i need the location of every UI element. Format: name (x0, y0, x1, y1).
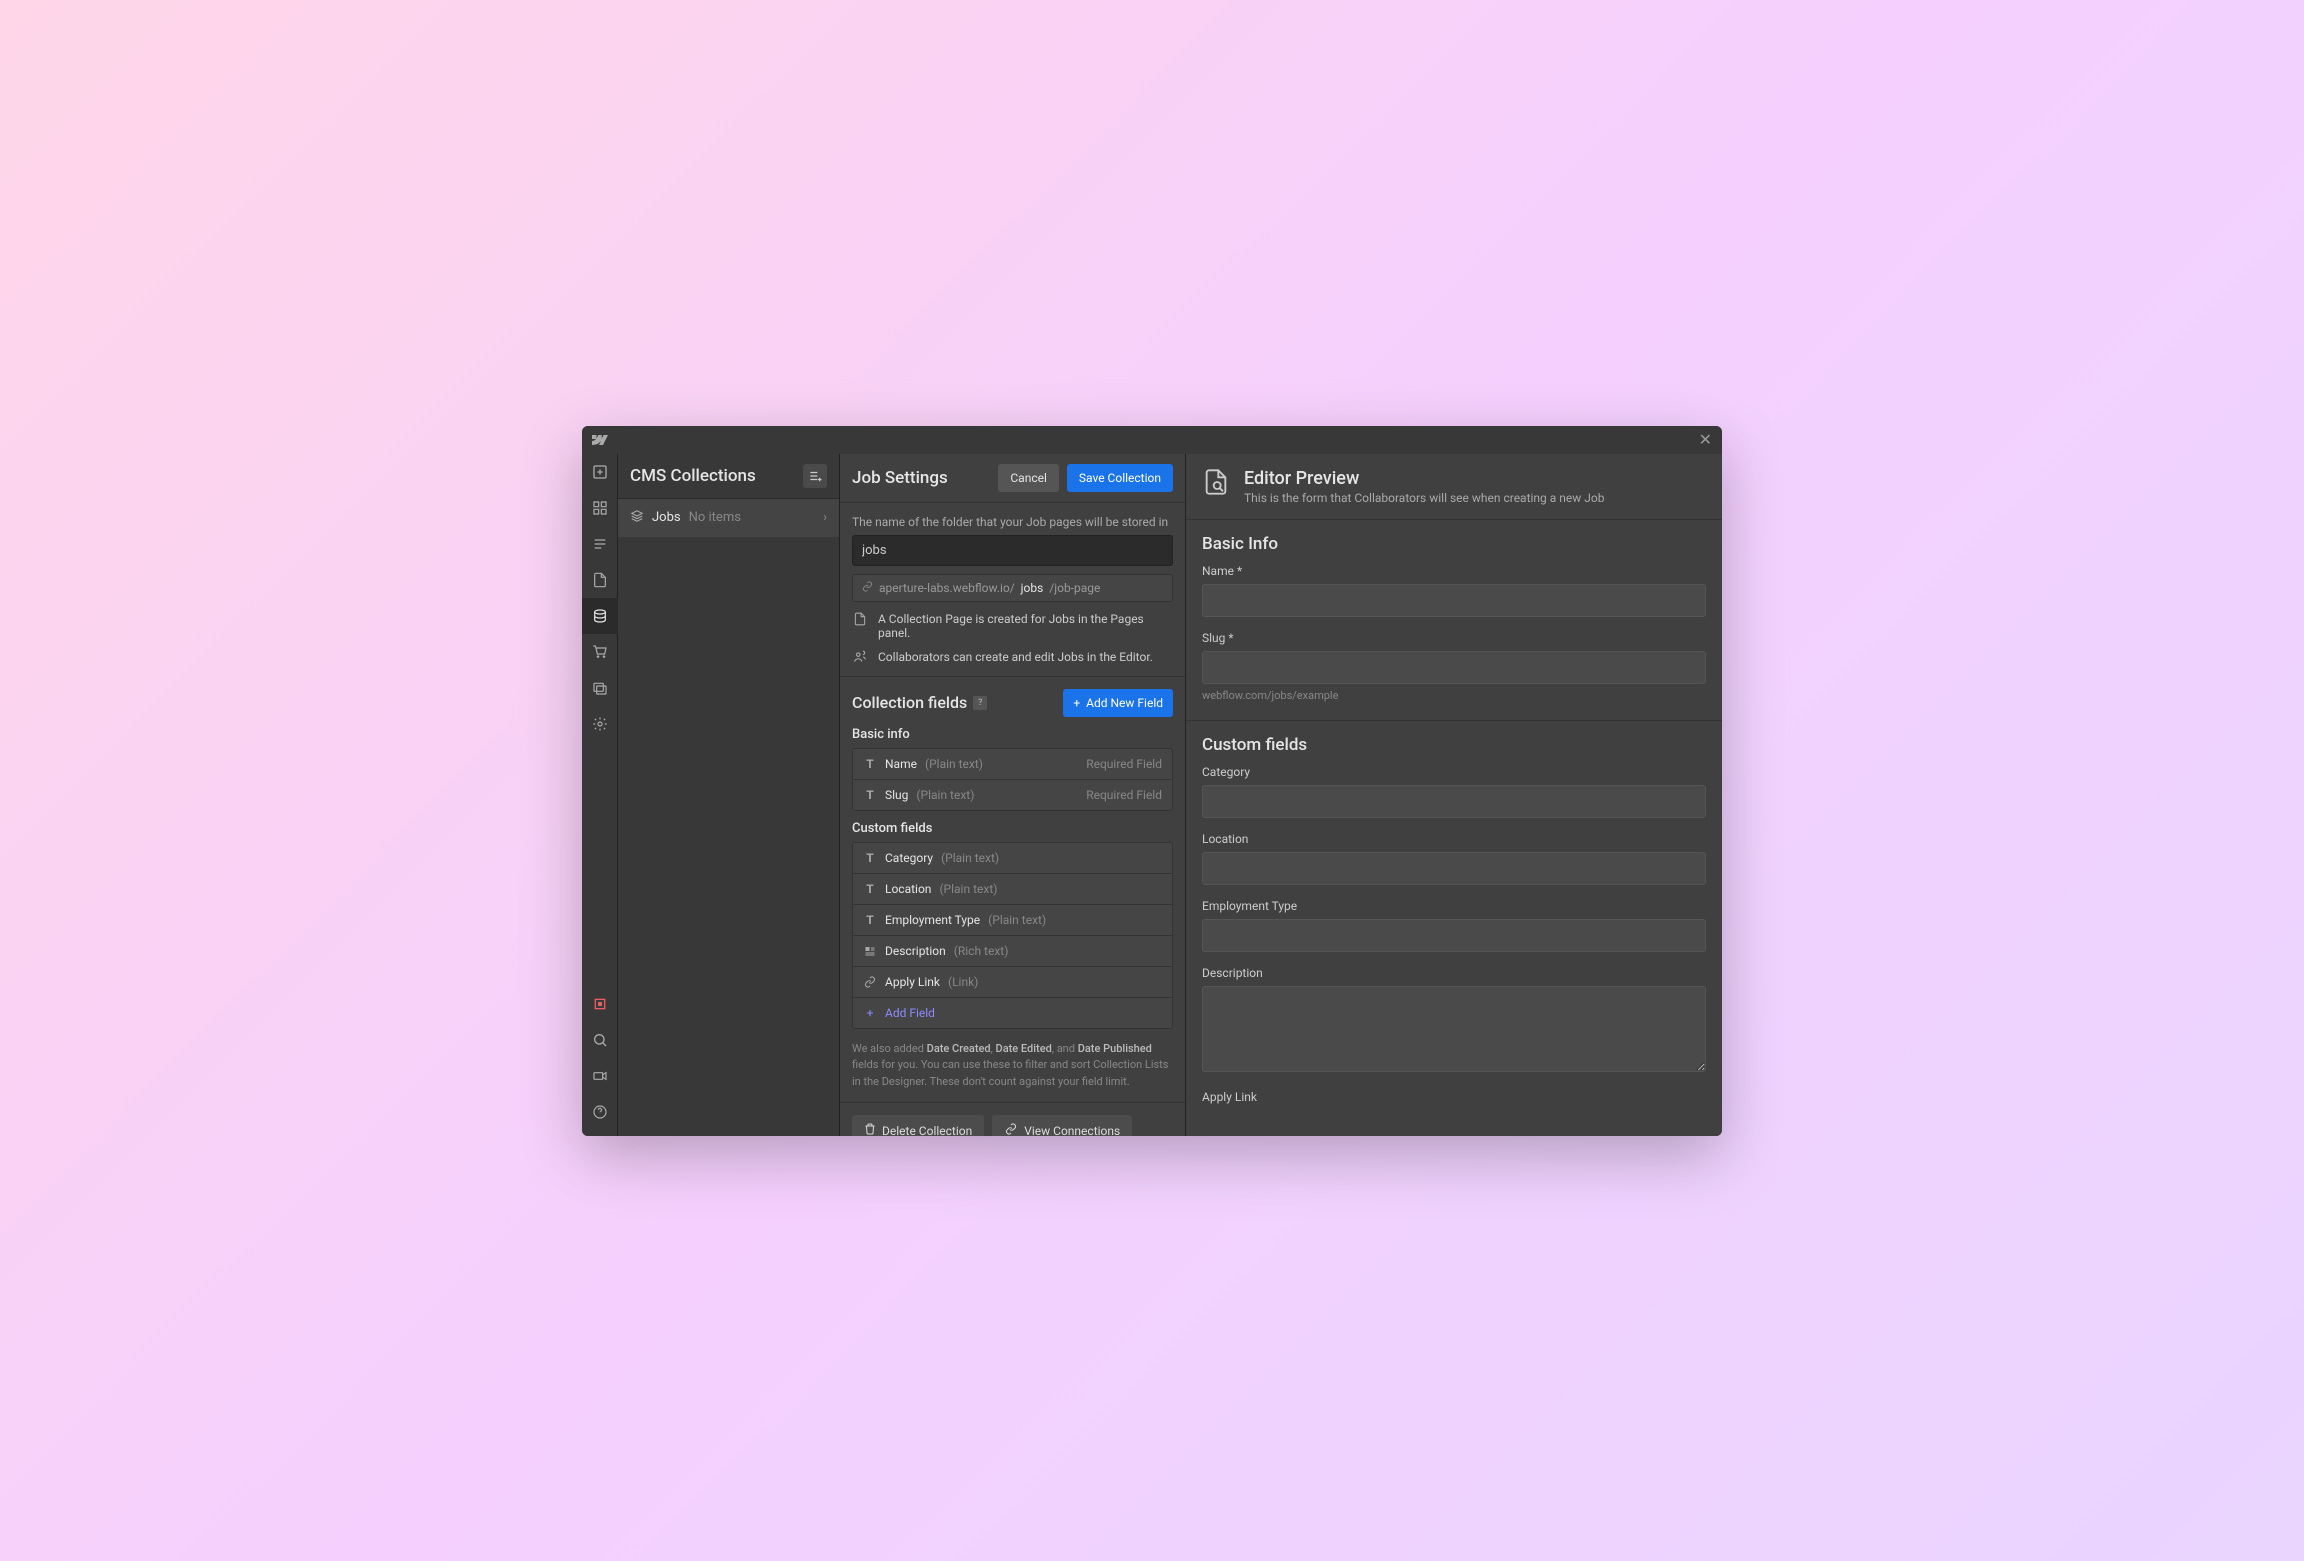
page-icon (852, 612, 868, 626)
field-row[interactable]: T Slug (Plain text) Required Field (853, 780, 1172, 810)
delete-collection-button[interactable]: Delete Collection (852, 1115, 984, 1136)
video-icon[interactable] (582, 1058, 618, 1094)
preview-custom-fields-title: Custom fields (1202, 735, 1706, 755)
info-text-2: Collaborators can create and edit Jobs i… (878, 650, 1153, 664)
plus-icon: + (863, 1006, 877, 1020)
assets-icon[interactable] (582, 670, 618, 706)
help-badge-icon[interactable]: ? (973, 696, 987, 710)
employment-input[interactable] (1202, 919, 1706, 952)
connections-icon (1004, 1123, 1018, 1136)
chevron-right-icon: › (823, 510, 827, 525)
settings-icon[interactable] (582, 706, 618, 742)
trash-icon (864, 1123, 876, 1136)
add-field-row[interactable]: + Add Field (853, 998, 1172, 1028)
components-icon[interactable] (582, 490, 618, 526)
preview-panel: Editor Preview This is the form that Col… (1186, 454, 1722, 1136)
field-row[interactable]: T Location (Plain text) (853, 874, 1172, 905)
name-input[interactable] (1202, 584, 1706, 617)
url-preview: aperture-labs.webflow.io/jobs/job-page (852, 574, 1173, 602)
stack-icon (630, 509, 644, 527)
slug-hint: webflow.com/jobs/example (1202, 689, 1706, 702)
richtext-icon (863, 945, 877, 957)
text-icon: T (863, 851, 877, 865)
collaborators-icon (852, 650, 868, 664)
slug-input[interactable] (852, 535, 1173, 566)
text-icon: T (863, 757, 877, 771)
app-window: ✕ CMS Collections (582, 426, 1722, 1136)
category-input[interactable] (1202, 785, 1706, 818)
link-icon (863, 976, 877, 988)
description-input[interactable] (1202, 986, 1706, 1072)
footnote: We also added Date Created, Date Edited,… (852, 1041, 1173, 1091)
text-icon: T (863, 913, 877, 927)
plus-icon: + (1073, 696, 1080, 710)
text-icon: T (863, 882, 877, 896)
settings-panel: Job Settings Cancel Save Collection The … (840, 454, 1186, 1136)
location-label: Location (1202, 832, 1706, 846)
preview-icon (1202, 468, 1230, 500)
employment-label: Employment Type (1202, 899, 1706, 913)
category-label: Category (1202, 765, 1706, 779)
add-new-field-button[interactable]: + Add New Field (1063, 689, 1173, 717)
link-icon (862, 581, 873, 595)
left-rail (582, 454, 618, 1136)
audit-icon[interactable] (582, 986, 618, 1022)
collections-title: CMS Collections (630, 466, 756, 486)
save-collection-button[interactable]: Save Collection (1067, 464, 1173, 492)
titlebar: ✕ (582, 426, 1722, 454)
settings-title: Job Settings (852, 468, 990, 488)
name-label: Name * (1202, 564, 1706, 578)
slug-input-preview[interactable] (1202, 651, 1706, 684)
field-row[interactable]: Description (Rich text) (853, 936, 1172, 967)
field-row[interactable]: T Employment Type (Plain text) (853, 905, 1172, 936)
add-collection-button[interactable] (803, 464, 827, 488)
webflow-logo (592, 434, 608, 446)
basic-fields-list: T Name (Plain text) Required Field T Slu… (852, 748, 1173, 811)
field-row[interactable]: T Name (Plain text) Required Field (853, 749, 1172, 780)
field-row[interactable]: T Category (Plain text) (853, 843, 1172, 874)
location-input[interactable] (1202, 852, 1706, 885)
help-icon[interactable] (582, 1094, 618, 1130)
slug-label: Slug * (1202, 631, 1706, 645)
basic-info-label: Basic info (852, 727, 1173, 742)
info-text-1: A Collection Page is created for Jobs in… (878, 612, 1173, 640)
cancel-button[interactable]: Cancel (998, 464, 1059, 492)
add-element-icon[interactable] (582, 454, 618, 490)
description-label: Description (1202, 966, 1706, 980)
view-connections-button[interactable]: View Connections (992, 1115, 1132, 1136)
preview-title: Editor Preview (1244, 468, 1604, 489)
collection-item-jobs[interactable]: Jobs No items › (618, 499, 839, 537)
collection-meta: No items (689, 510, 741, 525)
folder-label: The name of the folder that your Job pag… (852, 515, 1173, 529)
search-icon[interactable] (582, 1022, 618, 1058)
custom-fields-label: Custom fields (852, 821, 1173, 836)
pages-icon[interactable] (582, 562, 618, 598)
preview-subtitle: This is the form that Collaborators will… (1244, 491, 1604, 505)
preview-basic-info-title: Basic Info (1202, 534, 1706, 554)
collections-panel: CMS Collections Jobs No items › (618, 454, 840, 1136)
ecommerce-icon[interactable] (582, 634, 618, 670)
collection-name: Jobs (652, 510, 681, 525)
navigator-icon[interactable] (582, 526, 618, 562)
apply-link-label: Apply Link (1202, 1090, 1706, 1104)
field-row[interactable]: Apply Link (Link) (853, 967, 1172, 998)
text-icon: T (863, 788, 877, 802)
custom-fields-list: T Category (Plain text) T Location (Plai… (852, 842, 1173, 1029)
close-icon[interactable]: ✕ (1699, 432, 1712, 448)
collection-fields-title: Collection fields ? (852, 693, 987, 712)
cms-icon[interactable] (582, 598, 618, 634)
